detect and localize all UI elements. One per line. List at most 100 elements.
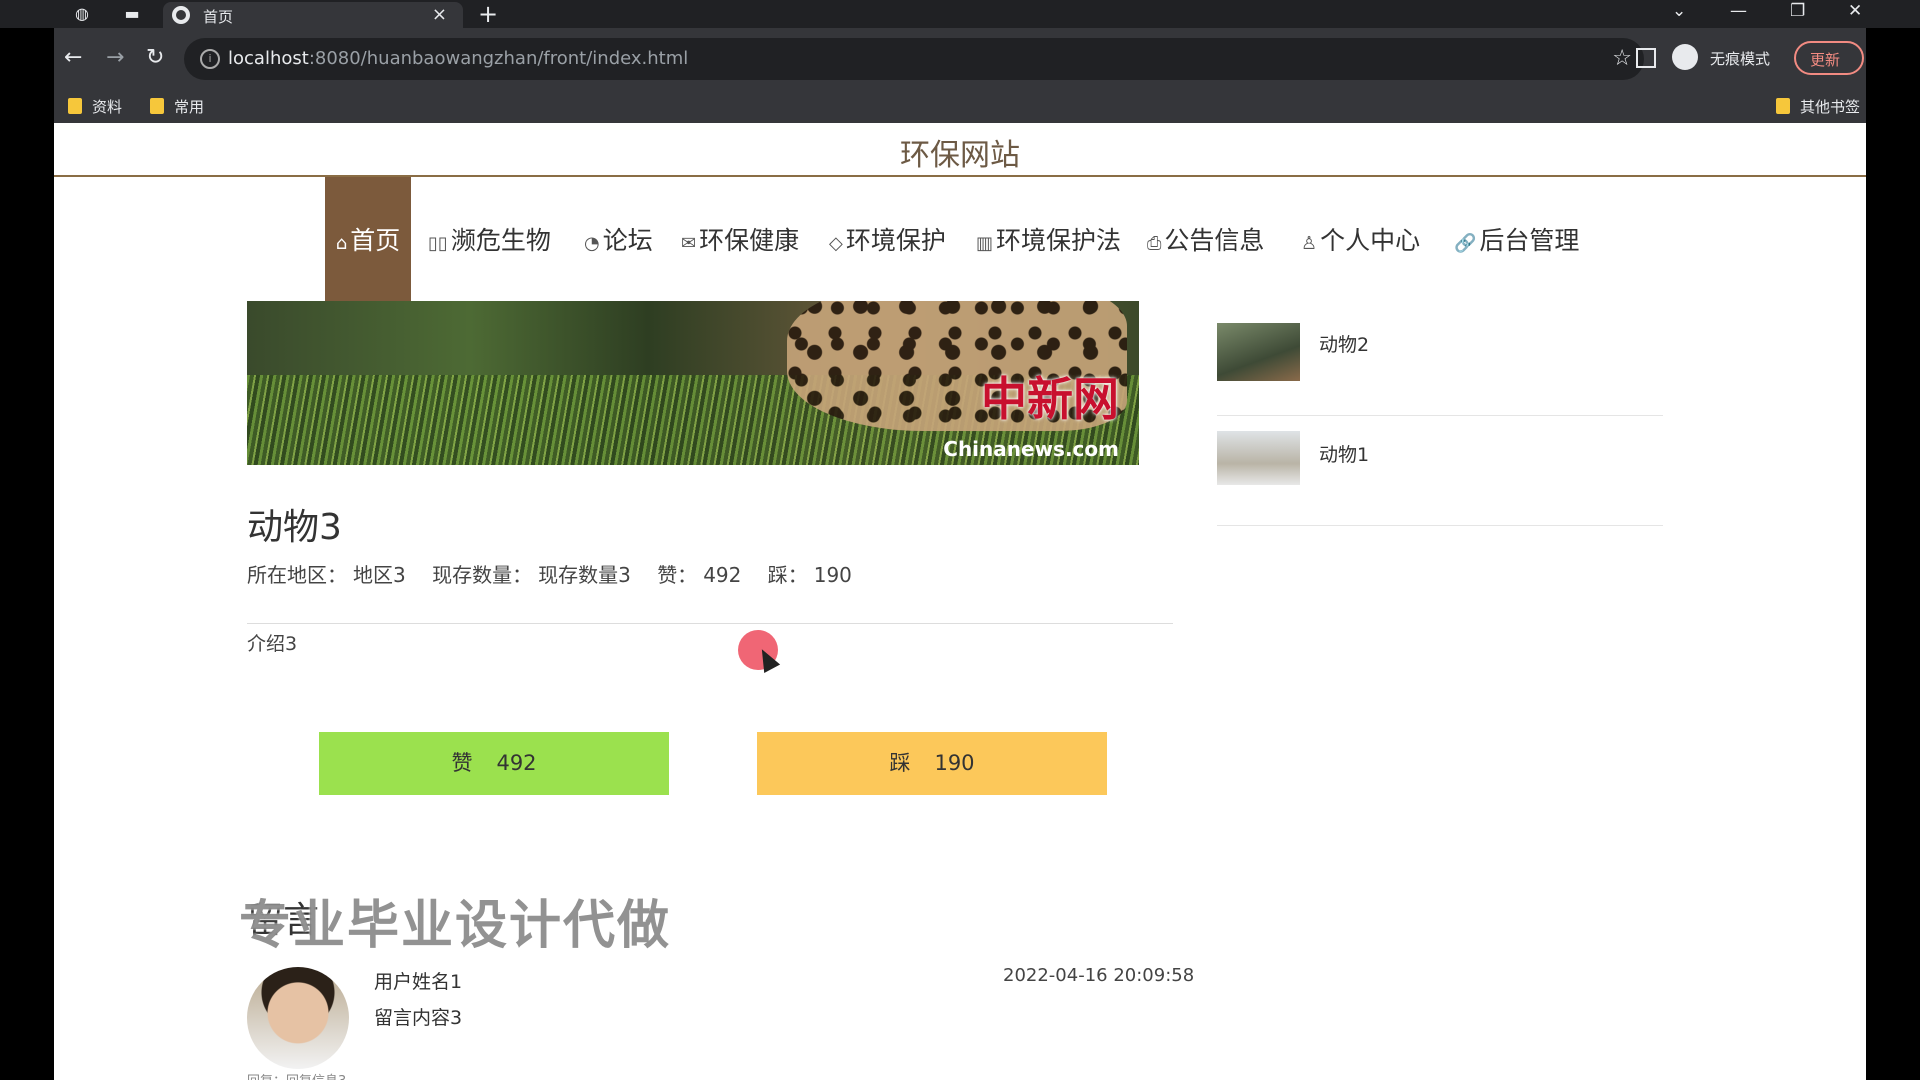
url-host: localhost (228, 48, 309, 69)
nav-item-profile[interactable]: ♙ 个人中心 (1301, 177, 1420, 305)
population-value: 现存数量3 (538, 563, 631, 587)
dislike-label: 踩 (889, 751, 911, 775)
nav-label: 濒危生物 (450, 226, 551, 255)
browser-toolbar: ← → ↻ i localhost:8080/huanbaowangzhan/f… (54, 28, 1866, 90)
tab-search-icon[interactable]: ▬ (122, 4, 142, 24)
sidebar-item-label: 动物2 (1319, 334, 1370, 356)
like-button[interactable]: 赞 492 (319, 732, 669, 795)
tab-close-icon[interactable]: × (432, 4, 447, 25)
home-icon: ⌂ (335, 233, 348, 254)
like-count: 492 (496, 751, 537, 775)
nav-item-admin[interactable]: 🔗 后台管理 (1454, 177, 1579, 305)
likes-value: 492 (703, 563, 742, 587)
incognito-icon[interactable] (1672, 44, 1698, 70)
sidebar-item-label: 动物1 (1319, 444, 1370, 466)
minimize-icon[interactable]: — (1730, 0, 1747, 22)
nav-label: 环保健康 (699, 226, 800, 255)
comment-user: 用户姓名1 (374, 971, 463, 993)
power-icon: ◔ (584, 233, 600, 254)
avatar (247, 967, 349, 1069)
folder-icon (150, 98, 164, 114)
globe-icon (172, 6, 190, 24)
nav-item-health[interactable]: ✉ 环保健康 (681, 177, 799, 305)
restore-icon[interactable]: ❐ (1790, 0, 1805, 22)
dislike-count: 190 (934, 751, 975, 775)
likes-label: 赞： (657, 563, 698, 587)
star-icon[interactable]: ☆ (1612, 46, 1632, 71)
new-tab-button[interactable]: + (478, 0, 498, 28)
bookmarks-bar: 资料 常用 其他书签 (54, 90, 1866, 123)
bookmark-folder-2[interactable]: 常用 (150, 96, 204, 117)
bookmark-label: 常用 (174, 98, 205, 116)
user-icon: ♙ (1301, 233, 1318, 254)
population-label: 现存数量： (432, 563, 533, 587)
print-icon: ⎙ (1147, 233, 1162, 254)
side-panel-icon[interactable] (1636, 48, 1656, 68)
nav-label: 环境保护 (845, 226, 946, 255)
web-page: 环保网站 ⌂ 首页 ▯▯ 濒危生物 ◔ 论坛 ✉ 环保健康 ◇ 环境保护 ▥ 环境保护法 ⎙… (54, 123, 1866, 1080)
reload-icon[interactable]: ↻ (146, 46, 164, 70)
incognito-label: 无痕模式 (1710, 50, 1771, 68)
nav-label: 后台管理 (1479, 226, 1580, 255)
folder-icon (1776, 98, 1790, 114)
detail-title: 动物3 (247, 507, 342, 548)
tab-list-icon[interactable]: ⌄ (1672, 0, 1686, 22)
sidebar-item-animal2[interactable]: 动物2 (1217, 305, 1663, 416)
nav-label: 公告信息 (1164, 226, 1265, 255)
nav-item-notices[interactable]: ⎙ 公告信息 (1147, 177, 1264, 305)
other-bookmarks[interactable]: 其他书签 (1776, 96, 1860, 117)
comment-time: 2022-04-16 20:09:58 (1003, 965, 1195, 986)
other-bookmarks-label: 其他书签 (1800, 98, 1861, 116)
nav-item-endangered[interactable]: ▯▯ 濒危生物 (428, 177, 551, 305)
divider (247, 623, 1173, 624)
url-text[interactable]: localhost:8080/huanbaowangzhan/front/ind… (228, 48, 688, 69)
thumbnail-image (1217, 431, 1300, 485)
update-button[interactable]: 更新 (1794, 41, 1864, 75)
banner-logo: 中新网 (981, 372, 1119, 426)
browser-tab-bar: ◍ ▬ 首页 × + ⌄ — ❐ ✕ (0, 0, 1920, 28)
url-path: :8080/huanbaowangzhan/front/index.html (308, 48, 689, 69)
site-title: 环保网站 (900, 138, 1020, 173)
thumbnail-image (1217, 323, 1300, 381)
dislikes-label: 踩： (767, 563, 808, 587)
nav-label: 论坛 (602, 226, 653, 255)
forward-icon[interactable]: → (106, 46, 124, 70)
banner-logo-sub: Chinanews.com (943, 437, 1119, 461)
sidebar-item-animal1[interactable]: 动物1 (1217, 415, 1663, 526)
detail-meta: 所在地区： 地区3 现存数量： 现存数量3 赞： 492 踩： 190 (247, 559, 872, 588)
nav-item-law[interactable]: ▥ 环境保护法 (976, 177, 1121, 305)
browser-menu-icon[interactable]: ◍ (72, 4, 92, 24)
nav-label: 首页 (350, 226, 401, 255)
book-icon: ▯▯ (428, 233, 448, 254)
dislike-button[interactable]: 踩 190 (757, 732, 1107, 795)
dislikes-value: 190 (813, 563, 852, 587)
info-icon[interactable]: i (200, 49, 220, 69)
nav-item-protection[interactable]: ◇ 环境保护 (829, 177, 946, 305)
site-header: 环保网站 (54, 123, 1866, 177)
grid-icon: ▥ (976, 233, 994, 254)
nav-label: 个人中心 (1320, 226, 1421, 255)
nav-item-home[interactable]: ⌂ 首页 (325, 177, 411, 305)
tab-title: 首页 (203, 8, 234, 26)
tag-icon: ◇ (829, 233, 843, 254)
folder-icon (68, 98, 82, 114)
comment-reply: 回复：回复信息3 (247, 1070, 346, 1080)
banner-image: 中新网 Chinanews.com (247, 301, 1139, 465)
mail-icon: ✉ (681, 233, 697, 254)
window-close-icon[interactable]: ✕ (1848, 0, 1862, 22)
tab-home[interactable]: 首页 × (163, 2, 463, 28)
region-value: 地区3 (353, 563, 406, 587)
region-label: 所在地区： (247, 563, 347, 587)
nav-item-forum[interactable]: ◔ 论坛 (584, 177, 653, 305)
bookmark-label: 资料 (92, 98, 123, 116)
bookmark-folder-1[interactable]: 资料 (68, 96, 122, 117)
update-label: 更新 (1810, 51, 1841, 69)
like-label: 赞 (451, 751, 473, 775)
address-bar[interactable]: i localhost:8080/huanbaowangzhan/front/i… (184, 38, 1644, 80)
back-icon[interactable]: ← (64, 46, 82, 70)
comment-content: 留言内容3 (374, 1007, 463, 1029)
watermark-overlay: 专业毕业设计代做 (239, 896, 672, 956)
nav-label: 环境保护法 (996, 226, 1122, 255)
detail-intro: 介绍3 (247, 633, 298, 655)
link-icon: 🔗 (1454, 233, 1477, 254)
